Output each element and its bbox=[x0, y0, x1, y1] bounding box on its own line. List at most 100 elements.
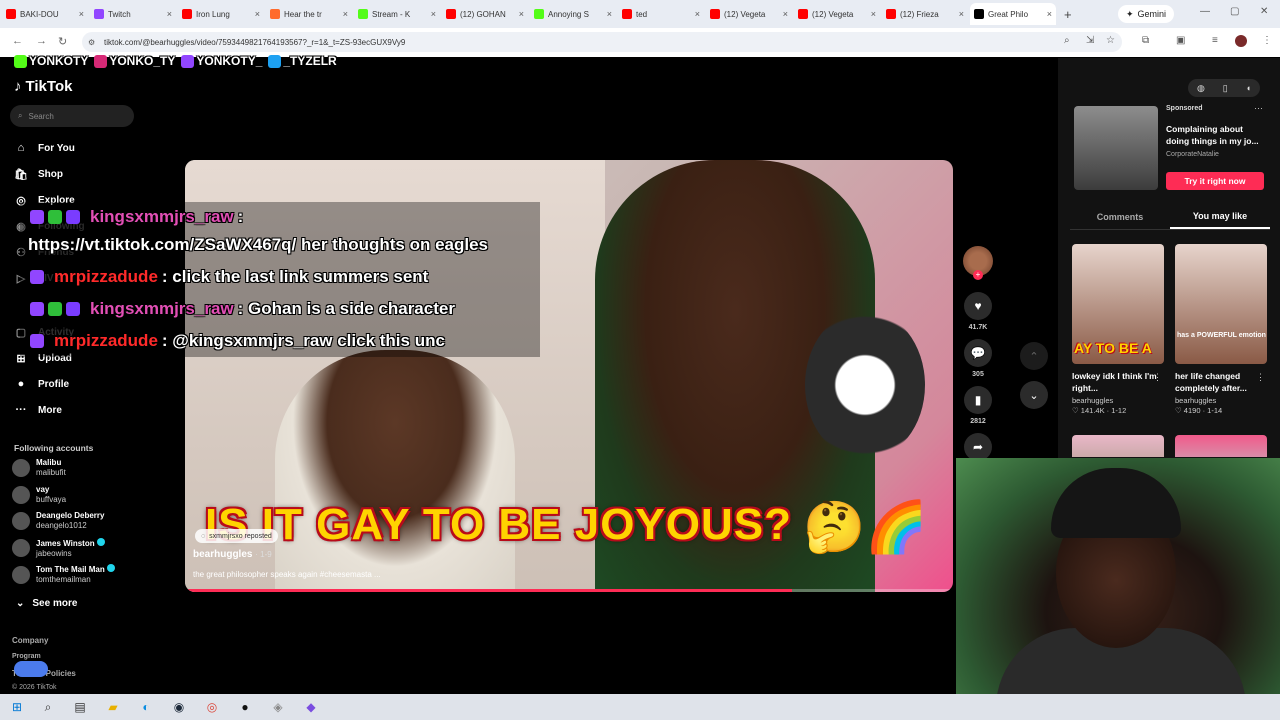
video-author[interactable]: bearhuggles · 1-9 bbox=[193, 549, 272, 560]
windows-start-icon[interactable]: ⊞ bbox=[10, 700, 24, 714]
rec-thumbnail[interactable]: AY TO BE A bbox=[1072, 244, 1164, 364]
share-icon[interactable]: ➦ bbox=[964, 433, 992, 461]
browser-tab[interactable]: (12) Vegeta × bbox=[706, 3, 792, 25]
nav-for-you[interactable]: ⌂ For You bbox=[14, 142, 75, 154]
video-progress-bar[interactable] bbox=[185, 589, 953, 592]
search-input[interactable]: ⌕ Search bbox=[10, 105, 134, 127]
mobile-icon[interactable]: ▯ bbox=[1223, 83, 1228, 94]
media-controls-icon[interactable]: ≡ bbox=[1212, 35, 1218, 46]
like-count: 41.7K bbox=[968, 324, 988, 331]
tab-close-icon[interactable]: × bbox=[255, 9, 260, 19]
tab-label: BAKI-DOU bbox=[20, 9, 59, 19]
rec-thumbnail-partial[interactable] bbox=[1072, 435, 1164, 457]
tab-close-icon[interactable]: × bbox=[783, 9, 788, 19]
minimize-button[interactable]: — bbox=[1200, 6, 1210, 17]
chat-message: mrpizzadude: @kingsxmmjrs_raw click this… bbox=[30, 331, 445, 351]
windows-taskbar bbox=[0, 694, 1280, 720]
tab-comments[interactable]: Comments bbox=[1070, 204, 1170, 229]
tab-close-icon[interactable]: × bbox=[519, 9, 524, 19]
repost-badge[interactable]: ◌ sxmmjrsxo reposted bbox=[195, 529, 278, 543]
browser-tab[interactable]: Twitch × bbox=[90, 3, 176, 25]
nav-profile[interactable]: ● Profile bbox=[14, 378, 69, 390]
comment-icon[interactable]: 💬 bbox=[964, 339, 992, 367]
tiktok-logo[interactable]: ♪ TikTok bbox=[14, 78, 72, 95]
edge-icon[interactable]: ◐ bbox=[139, 700, 153, 714]
tab-close-icon[interactable]: × bbox=[695, 9, 700, 19]
chat-message: mrpizzadude: click the last link summers… bbox=[30, 267, 428, 287]
url-bar[interactable]: ⚙ tiktok.com/@bearhuggles/video/759344982… bbox=[82, 32, 1122, 52]
tab-close-icon[interactable]: × bbox=[959, 9, 964, 19]
previous-video-chevron-up-icon[interactable]: ⌃ bbox=[1020, 342, 1048, 370]
recommended-video[interactable]: has a POWERFUL emotion her life changed c… bbox=[1175, 244, 1267, 415]
close-window-button[interactable]: ✕ bbox=[1260, 6, 1268, 17]
new-tab-button[interactable]: + bbox=[1064, 7, 1072, 22]
following-account[interactable]: Malibu malibufit bbox=[12, 458, 66, 478]
browser-tab[interactable]: Stream - K × bbox=[354, 3, 440, 25]
browser-tab[interactable]: Hear the tr × bbox=[266, 3, 352, 25]
profile-avatar[interactable] bbox=[1235, 35, 1247, 47]
nav-shop[interactable]: 🛍 Shop bbox=[14, 168, 63, 181]
following-account[interactable]: Tom The Mail Man tomthemailman bbox=[12, 564, 115, 585]
following-account[interactable]: vay buffvaya bbox=[12, 485, 66, 505]
tab-close-icon[interactable]: × bbox=[431, 9, 436, 19]
follow-plus-icon[interactable]: + bbox=[973, 270, 983, 280]
mic-icon[interactable]: ◖ bbox=[1246, 83, 1251, 93]
rec-thumbnail[interactable]: has a POWERFUL emotion bbox=[1175, 244, 1267, 364]
browser-tab[interactable]: Annoying S × bbox=[530, 3, 616, 25]
sidepanel-icon[interactable]: ▣ bbox=[1176, 35, 1185, 46]
forward-icon[interactable]: → bbox=[36, 35, 47, 47]
tab-close-icon[interactable]: × bbox=[167, 9, 172, 19]
bookmark-star-icon[interactable]: ☆ bbox=[1106, 35, 1115, 46]
steam-icon[interactable]: ◉ bbox=[172, 700, 186, 714]
footer-company[interactable]: Company bbox=[12, 636, 48, 645]
install-icon[interactable]: ⇲ bbox=[1086, 35, 1094, 46]
tab-you-may-like[interactable]: You may like bbox=[1170, 204, 1270, 229]
ad-author[interactable]: CorporateNatalie bbox=[1166, 151, 1219, 158]
discord-icon[interactable]: ◆ bbox=[304, 700, 318, 714]
maximize-button[interactable]: ▢ bbox=[1230, 6, 1239, 17]
taskbar-search-icon[interactable]: ⌕ bbox=[41, 700, 55, 714]
back-icon[interactable]: ← bbox=[12, 35, 23, 47]
browser-tab[interactable]: ted × bbox=[618, 3, 704, 25]
ad-thumbnail[interactable] bbox=[1074, 106, 1158, 190]
rec-thumbnail-partial[interactable] bbox=[1175, 435, 1267, 457]
nav-more[interactable]: ··· More bbox=[14, 404, 62, 416]
rec-more-icon[interactable]: ⋮ bbox=[1256, 372, 1265, 383]
see-more-button[interactable]: ⌄ See more bbox=[16, 598, 77, 609]
footer-program[interactable]: Program bbox=[12, 653, 41, 660]
following-account[interactable]: Deangelo Deberry deangelo1012 bbox=[12, 511, 104, 531]
menu-icon[interactable]: ⋮ bbox=[1262, 35, 1272, 46]
browser-tab[interactable]: (12) GOHAN × bbox=[442, 3, 528, 25]
following-account[interactable]: James Winston jabeowins bbox=[12, 537, 105, 559]
chrome-icon[interactable]: ◎ bbox=[205, 700, 219, 714]
browser-tab[interactable]: Iron Lung × bbox=[178, 3, 264, 25]
ad-cta-button[interactable]: Try it right now bbox=[1166, 172, 1264, 190]
like-heart-icon[interactable]: ♥ bbox=[964, 292, 992, 320]
recommended-video[interactable]: AY TO BE A lowkey idk I think I'm right..… bbox=[1072, 244, 1164, 415]
ad-more-icon[interactable]: ··· bbox=[1254, 103, 1263, 113]
browser-tab[interactable]: (12) Frieza × bbox=[882, 3, 968, 25]
browser-tab[interactable]: Great Philo × bbox=[970, 3, 1056, 25]
site-info-icon[interactable]: ⚙ bbox=[88, 38, 95, 47]
tab-close-icon[interactable]: × bbox=[607, 9, 612, 19]
rec-more-icon[interactable]: ⋮ bbox=[1153, 372, 1162, 383]
browser-tab[interactable]: BAKI-DOU × bbox=[2, 3, 88, 25]
tab-close-icon[interactable]: × bbox=[343, 9, 348, 19]
floating-widget-icon[interactable] bbox=[14, 661, 48, 677]
ad-title[interactable]: Complaining about doing things in my jo.… bbox=[1166, 123, 1260, 147]
bookmark-icon[interactable]: ▮ bbox=[964, 386, 992, 414]
zoom-icon[interactable]: ⌕ bbox=[1064, 35, 1070, 46]
gemini-button[interactable]: ✦ Gemini bbox=[1118, 5, 1175, 23]
app-icon[interactable]: ◈ bbox=[271, 700, 285, 714]
reload-icon[interactable]: ↻ bbox=[58, 35, 67, 48]
tab-close-icon[interactable]: × bbox=[1047, 9, 1052, 19]
file-explorer-icon[interactable]: ▰ bbox=[106, 700, 120, 714]
tab-close-icon[interactable]: × bbox=[871, 9, 876, 19]
settings-icon[interactable]: ◍ bbox=[1197, 83, 1205, 94]
next-video-chevron-down-icon[interactable]: ⌄ bbox=[1020, 381, 1048, 409]
browser-tab[interactable]: (12) Vegeta × bbox=[794, 3, 880, 25]
extensions-icon[interactable]: ⧉ bbox=[1142, 35, 1149, 46]
tab-close-icon[interactable]: × bbox=[79, 9, 84, 19]
obs-icon[interactable]: ● bbox=[238, 700, 252, 714]
task-view-icon[interactable]: ▤ bbox=[73, 700, 87, 714]
